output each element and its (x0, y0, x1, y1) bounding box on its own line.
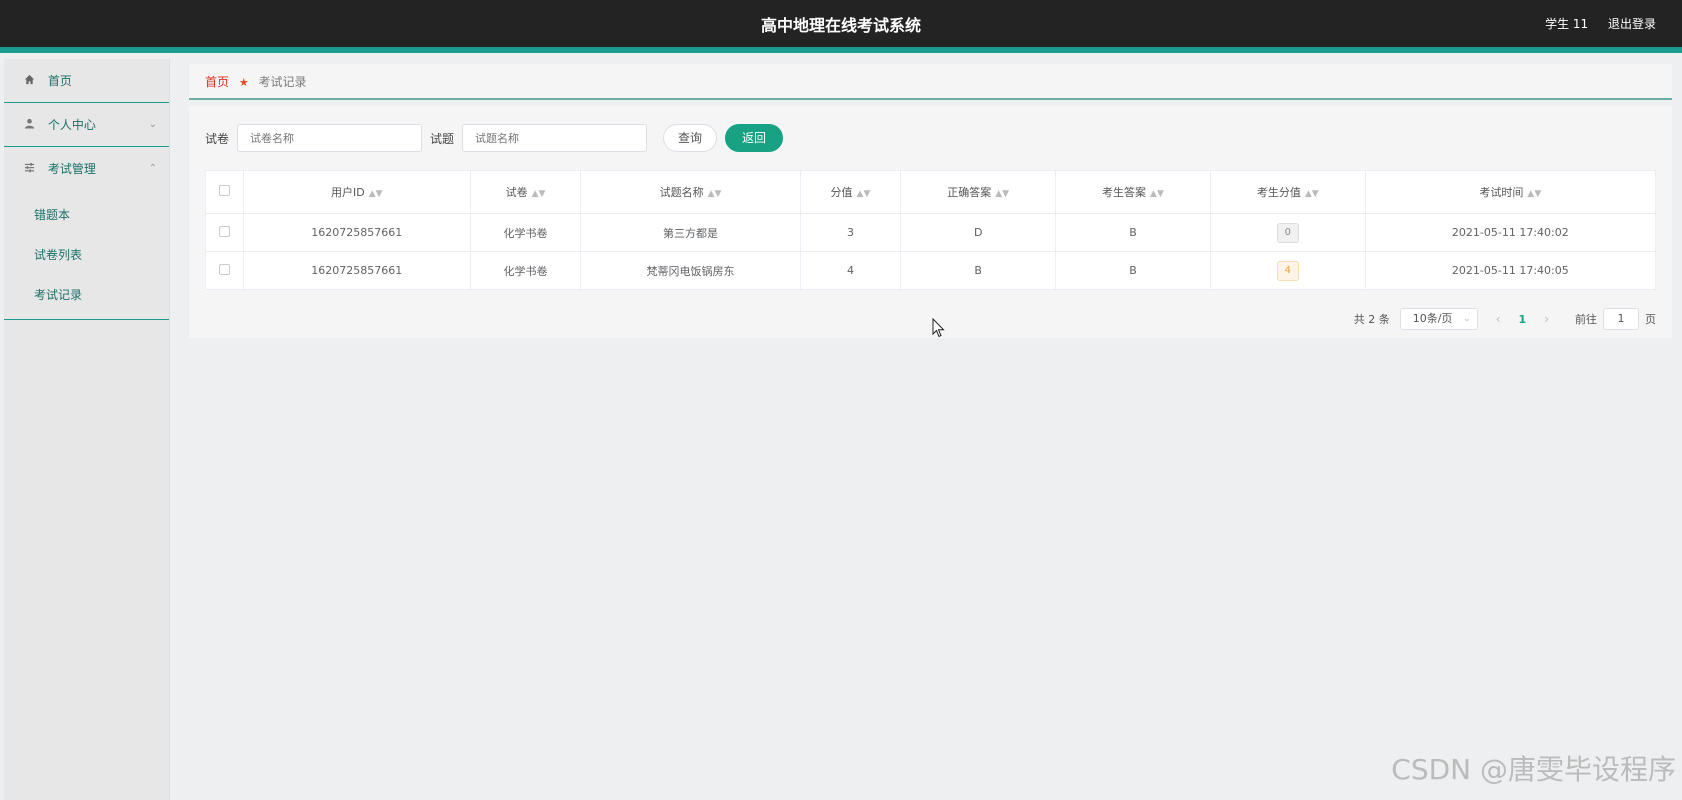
cell-student-score: 4 (1209, 251, 1366, 290)
prev-page-icon[interactable]: ‹ (1496, 312, 1501, 326)
query-button[interactable]: 查询 (663, 124, 718, 152)
watermark: CSDN @唐雯毕设程序 (1391, 753, 1676, 786)
score-badge: 4 (1276, 260, 1299, 281)
cell-question-name: 梵蒂冈电饭锅房东 (580, 251, 801, 290)
cell-score: 4 (799, 251, 902, 290)
cell-exam-time: 2021-05-11 17:40:02 (1364, 213, 1657, 252)
user-icon (24, 103, 38, 147)
submenu-item-exam-records[interactable]: 考试记录 (4, 275, 169, 315)
cell-paper: 化学书卷 (469, 251, 582, 290)
app-title: 高中地理在线考试系统 (760, 16, 921, 35)
chevron-down-icon: ⌄ (1463, 314, 1471, 324)
breadcrumb-home-link[interactable]: 首页 (205, 75, 229, 89)
table-row: 1620725857661 化学书卷 第三方都是 3 D B 0 2021-05… (205, 213, 1657, 252)
records-table: 用户ID ▲▼ 试卷 ▲▼ 试题名称 ▲▼ 分值 ▲▼ 正确答案 ▲▼ 考生答案 ▲▼ 考生… (205, 170, 1657, 290)
goto-label: 前往 (1575, 313, 1597, 326)
column-header-question-name[interactable]: 试题名称 ▲▼ (580, 170, 801, 214)
sort-icon[interactable]: ▲▼ (369, 189, 383, 199)
column-header-score[interactable]: 分值 ▲▼ (799, 170, 902, 214)
cell-exam-time: 2021-05-11 17:40:05 (1364, 251, 1657, 290)
total-count: 共 2 条 (1353, 313, 1390, 326)
paper-label: 试卷 (205, 131, 230, 146)
cell-student-answer: B (1055, 251, 1211, 290)
sidebar-item-personal-center[interactable]: 个人中心 ⌄ (4, 103, 169, 147)
select-all-checkbox[interactable] (219, 185, 230, 196)
table-header-row: 用户ID ▲▼ 试卷 ▲▼ 试题名称 ▲▼ 分值 ▲▼ 正确答案 ▲▼ 考生答案 ▲▼ 考生… (205, 170, 1657, 214)
next-page-icon[interactable]: › (1544, 312, 1549, 326)
sidebar-item-label: 首页 (47, 74, 72, 88)
sort-icon[interactable]: ▲▼ (857, 189, 871, 199)
back-button[interactable]: 返回 (725, 124, 784, 152)
breadcrumb: 首页 ★ 考试记录 (189, 64, 1672, 100)
exam-submenu: 错题本 试卷列表 考试记录 (4, 191, 169, 320)
cell-question-name: 第三方都是 (580, 213, 801, 252)
chevron-down-icon: ⌄ (148, 119, 157, 130)
page-size-select[interactable]: 10条/页 ⌄ (1399, 308, 1478, 330)
cell-user-id: 1620725857661 (243, 213, 471, 252)
question-name-input[interactable] (462, 124, 648, 152)
sidebar-item-home[interactable]: 首页 (4, 59, 169, 103)
column-header-student-answer[interactable]: 考生答案 ▲▼ (1055, 170, 1211, 214)
cell-correct-answer: D (900, 213, 1057, 252)
sort-icon[interactable]: ▲▼ (1527, 189, 1541, 199)
sort-icon[interactable]: ▲▼ (532, 189, 546, 199)
sort-icon[interactable]: ▲▼ (708, 189, 722, 199)
sidebar: 首页 个人中心 ⌄ 考试管理 ⌃ 错题本 试卷列表 考试记录 (4, 59, 170, 800)
sidebar-item-label: 个人中心 (47, 118, 96, 132)
user-info: 学生 11 退出登录 (1529, 15, 1656, 32)
row-select-cell (205, 213, 244, 252)
page-suffix: 页 (1645, 313, 1656, 326)
sidebar-item-exam-management[interactable]: 考试管理 ⌃ (4, 147, 169, 191)
sliders-icon (24, 147, 38, 191)
current-user-label: 学生 11 (1545, 17, 1589, 31)
column-header-exam-time[interactable]: 考试时间 ▲▼ (1364, 170, 1657, 214)
column-header-student-score[interactable]: 考生分值 ▲▼ (1209, 170, 1366, 214)
chevron-up-icon: ⌃ (148, 163, 157, 174)
mouse-cursor-icon (932, 318, 945, 338)
records-panel: 试卷 试题 查询 返回 用户ID▲▼ 试卷▲▼ 试题名称▲▼ 分值▲▼ 正确答案… (189, 106, 1672, 338)
star-icon: ★ (238, 76, 249, 89)
sort-icon[interactable]: ▲▼ (995, 189, 1009, 199)
top-header: 高中地理在线考试系统 学生 11 退出登录 (0, 0, 1682, 53)
row-checkbox[interactable] (219, 225, 230, 237)
cell-student-answer: B (1055, 213, 1211, 252)
column-header-correct-answer[interactable]: 正确答案 ▲▼ (900, 170, 1057, 214)
sort-icon[interactable]: ▲▼ (1150, 189, 1164, 199)
cell-student-score: 0 (1209, 213, 1366, 252)
cell-paper: 化学书卷 (469, 213, 582, 252)
breadcrumb-current: 考试记录 (258, 75, 307, 89)
row-checkbox[interactable] (219, 263, 230, 275)
cell-correct-answer: B (900, 251, 1057, 290)
column-header-paper[interactable]: 试卷 ▲▼ (469, 170, 582, 214)
row-select-cell (205, 251, 244, 290)
score-badge: 0 (1276, 222, 1299, 243)
submenu-item-paper-list[interactable]: 试卷列表 (4, 235, 169, 275)
question-label: 试题 (430, 131, 455, 146)
pagination: 共 2 条 10条/页 ⌄ ‹ 1 › 前往 1 页 (1354, 307, 1656, 331)
paper-name-input[interactable] (237, 124, 423, 152)
main-content: 首页 ★ 考试记录 试卷 试题 查询 返回 用户ID▲▼ 试卷▲▼ 试题名称▲▼… (189, 64, 1672, 338)
table-row: 1620725857661 化学书卷 梵蒂冈电饭锅房东 4 B B 4 2021… (205, 251, 1657, 290)
goto-page-input[interactable]: 1 (1603, 308, 1639, 330)
logout-link[interactable]: 退出登录 (1608, 17, 1656, 31)
sidebar-item-label: 考试管理 (47, 162, 96, 176)
submenu-item-wrong-book[interactable]: 错题本 (4, 195, 169, 235)
sort-icon[interactable]: ▲▼ (1305, 189, 1319, 199)
cell-score: 3 (799, 213, 902, 252)
cell-user-id: 1620725857661 (243, 251, 471, 290)
column-header-user-id[interactable]: 用户ID ▲▼ (243, 170, 471, 214)
home-icon (24, 59, 38, 103)
search-bar: 试卷 试题 查询 返回 (205, 124, 784, 152)
page-number[interactable]: 1 (1519, 313, 1527, 326)
select-all-cell (205, 170, 244, 214)
